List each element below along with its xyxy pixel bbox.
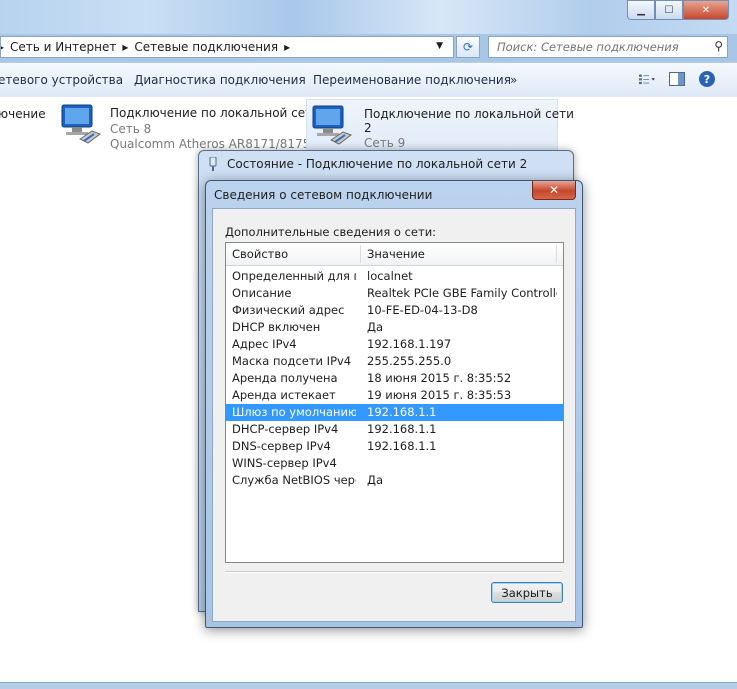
help-icon[interactable]: ? (699, 71, 715, 87)
breadcrumb-arrow[interactable]: ▸ (284, 40, 290, 54)
value-cell: 255.255.255.0 (367, 354, 452, 368)
property-cell: Аренда получена (232, 371, 338, 385)
property-cell: WINS-сервер IPv4 (232, 456, 337, 470)
status-window-title: Состояние - Подключение по локальной сет… (227, 157, 528, 171)
value-cell: 10-FE-ED-04-13-D8 (367, 303, 478, 317)
window-controls: ▁ ☐ ✕ (627, 0, 729, 20)
property-cell: Маска подсети IPv4 (232, 354, 352, 368)
table-row[interactable]: WINS-сервер IPv4 (226, 455, 563, 472)
value-cell: Да (367, 473, 384, 487)
network-details-dialog: Сведения о сетевом подключении ✕ Дополни… (205, 180, 583, 628)
property-cell: Аренда истекает (232, 388, 336, 402)
property-cell: DNS-сервер IPv4 (232, 439, 331, 453)
value-cell: localnet (367, 269, 413, 283)
table-row[interactable]: Шлюз по умолчанию IP... 192.168.1.1 (226, 404, 563, 421)
more-commands-chevron[interactable]: » (510, 73, 517, 87)
breadcrumb-arrow[interactable]: ▸ (122, 40, 128, 54)
value-cell: 192.168.1.1 (367, 405, 437, 419)
property-cell: Определенный для по... (232, 269, 356, 283)
table-header: Свойство Значение (226, 243, 563, 266)
value-cell: 18 июня 2015 г. 8:35:52 (367, 371, 512, 385)
table-row[interactable]: Адрес IPv4 192.168.1.197 (226, 336, 563, 353)
chevron-down-icon[interactable]: ▼ (436, 41, 443, 51)
dialog-body: Дополнительные сведения о сети: Свойство… (212, 208, 576, 622)
view-controls: ? (639, 71, 715, 87)
maximize-button[interactable]: ☐ (655, 0, 683, 20)
table-row[interactable]: Аренда получена 18 июня 2015 г. 8:35:52 (226, 370, 563, 387)
command-bar: етевого устройства Диагностика подключен… (0, 62, 737, 98)
connection-network: Сеть 8 (110, 122, 152, 136)
refresh-icon: ⟳ (462, 40, 474, 54)
close-window-button[interactable]: ✕ (683, 0, 729, 20)
column-divider[interactable] (360, 245, 361, 263)
connection-adapter: Qualcomm Atheros AR8171/8175 ... (110, 137, 326, 151)
details-label: Дополнительные сведения о сети: (225, 225, 437, 239)
breadcrumb-network-internet[interactable]: Сеть и Интернет (10, 40, 116, 54)
connection-name-line2: 2 (364, 121, 372, 135)
connection-network: Сеть 9 (364, 136, 406, 150)
address-bar: ▸ Сеть и Интернет ▸ Сетевые подключения … (0, 34, 737, 60)
column-header-value[interactable]: Значение (367, 247, 425, 261)
network-status-icon (209, 157, 217, 171)
search-icon[interactable]: ⚲ (714, 39, 723, 53)
column-divider[interactable] (556, 245, 557, 263)
connection-name: ючение (0, 107, 46, 121)
table-row[interactable]: DHCP-сервер IPv4 192.168.1.1 (226, 421, 563, 438)
table-row[interactable]: Определенный для по... localnet (226, 268, 563, 285)
property-cell: DHCP включен (232, 320, 321, 334)
breadcrumb[interactable]: ▸ Сеть и Интернет ▸ Сетевые подключения … (0, 36, 454, 58)
minimize-button[interactable]: ▁ (627, 0, 655, 20)
dialog-title: Сведения о сетевом подключении (214, 188, 433, 202)
property-cell: Шлюз по умолчанию IP... (232, 405, 356, 419)
view-options-icon[interactable] (639, 72, 655, 86)
table-rows: Определенный для по... localnet Описание Re… (226, 268, 563, 489)
table-row[interactable]: DHCP включен Да (226, 319, 563, 336)
value-cell: 192.168.1.1 (367, 439, 437, 453)
table-row[interactable]: Описание Realtek PCIe GBE Family Controll… (226, 285, 563, 302)
connection-name: Подключение по локальной сети (364, 107, 574, 121)
diagnose-command[interactable]: Диагностика подключения (134, 73, 306, 87)
connection-item[interactable]: ючение (0, 99, 50, 149)
breadcrumb-network-connections[interactable]: Сетевые подключения (134, 40, 278, 54)
column-header-property[interactable]: Свойство (232, 247, 288, 261)
table-row[interactable]: DNS-сервер IPv4 192.168.1.1 (226, 438, 563, 455)
table-row[interactable]: Маска подсети IPv4 255.255.255.0 (226, 353, 563, 370)
breadcrumb-arrow[interactable]: ▸ (1, 40, 4, 54)
details-table[interactable]: Свойство Значение Определенный для по...… (225, 242, 564, 563)
value-cell: 192.168.1.1 (367, 422, 437, 436)
dialog-divider (225, 571, 562, 573)
connection-item-selected[interactable]: Подключение по локальной сети 2 Сеть 9 (306, 99, 574, 153)
property-cell: DHCP-сервер IPv4 (232, 422, 339, 436)
property-cell: Физический адрес (232, 303, 345, 317)
property-cell: Служба NetBIOS через... (232, 473, 356, 487)
close-button[interactable]: Закрыть (491, 582, 563, 603)
property-cell: Адрес IPv4 (232, 337, 297, 351)
dialog-close-icon[interactable]: ✕ (532, 181, 576, 200)
table-row[interactable]: Служба NetBIOS через... Да (226, 472, 563, 489)
property-cell: Описание (232, 286, 292, 300)
search-box: ⚲ (488, 36, 728, 58)
table-row[interactable]: Физический адрес 10-FE-ED-04-13-D8 (226, 302, 563, 319)
preview-pane-icon[interactable] (669, 72, 685, 86)
rename-command[interactable]: Переименование подключения (313, 73, 511, 87)
disable-device-command[interactable]: етевого устройства (0, 73, 123, 87)
value-cell: Да (367, 320, 384, 334)
connection-name: Подключение по локальной сети (110, 106, 320, 120)
network-adapter-icon (312, 105, 353, 145)
value-cell: Realtek PCIe GBE Family Controller (367, 286, 557, 300)
value-cell: 192.168.1.197 (367, 337, 452, 351)
table-row[interactable]: Аренда истекает 19 июня 2015 г. 8:35:53 (226, 387, 563, 404)
refresh-button[interactable]: ⟳ (456, 36, 480, 58)
network-adapter-icon (61, 104, 102, 144)
connection-item[interactable]: Подключение по локальной сети Сеть 8 Qua… (56, 99, 326, 151)
value-cell: 19 июня 2015 г. 8:35:53 (367, 388, 512, 402)
search-input[interactable] (495, 39, 709, 55)
